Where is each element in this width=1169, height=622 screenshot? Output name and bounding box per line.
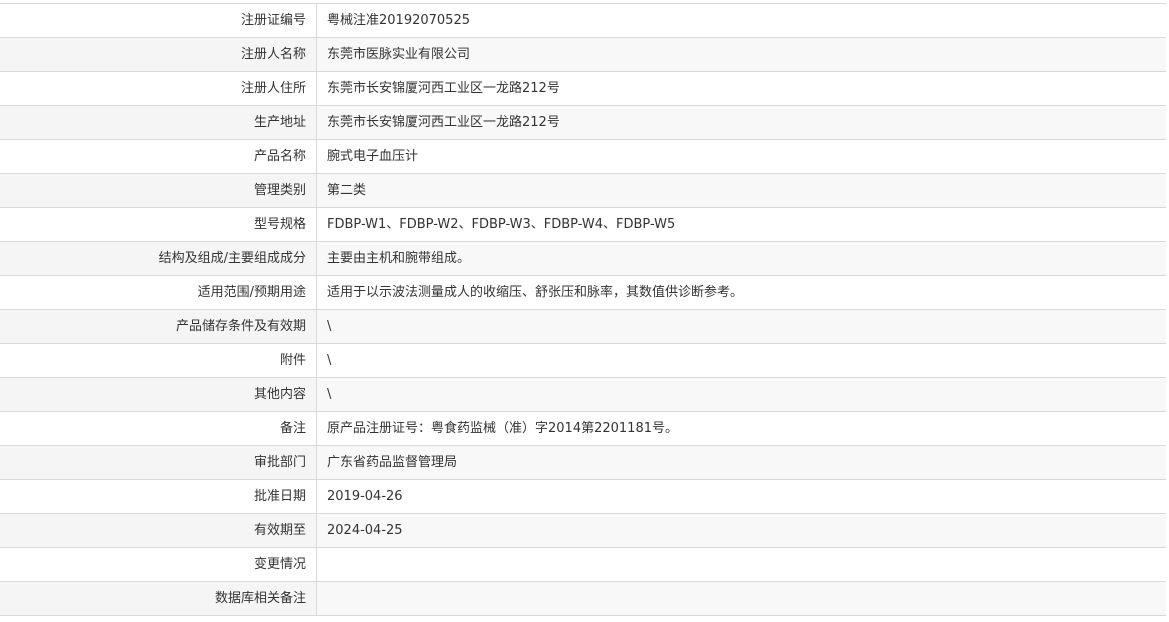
field-label: 结构及组成/主要组成成分 (0, 242, 317, 275)
row-production-address: 生产地址 东莞市长安锦厦河西工业区一龙路212号 (0, 106, 1166, 140)
row-intended-use: 适用范围/预期用途 适用于以示波法测量成人的收缩压、舒张压和脉率，其数值供诊断参… (0, 276, 1166, 310)
row-remarks: 备注 原产品注册证号：粤食药监械（准）字2014第2201181号。 (0, 412, 1166, 446)
field-value: FDBP-W1、FDBP-W2、FDBP-W3、FDBP-W4、FDBP-W5 (317, 208, 1166, 241)
field-label: 适用范围/预期用途 (0, 276, 317, 309)
field-label: 注册人名称 (0, 38, 317, 71)
row-attachments: 附件 \ (0, 344, 1166, 378)
field-value: \ (317, 344, 1166, 377)
field-value (317, 582, 1166, 615)
field-value: 2024-04-25 (317, 514, 1166, 547)
field-value: 东莞市医脉实业有限公司 (317, 38, 1166, 71)
field-value: 东莞市长安锦厦河西工业区一龙路212号 (317, 106, 1166, 139)
row-product-name: 产品名称 腕式电子血压计 (0, 140, 1166, 174)
field-value: 广东省药品监督管理局 (317, 446, 1166, 479)
row-storage-conditions: 产品储存条件及有效期 \ (0, 310, 1166, 344)
field-label: 变更情况 (0, 548, 317, 581)
field-label: 生产地址 (0, 106, 317, 139)
row-registrant-name: 注册人名称 东莞市医脉实业有限公司 (0, 38, 1166, 72)
field-value: 适用于以示波法测量成人的收缩压、舒张压和脉率，其数值供诊断参考。 (317, 276, 1166, 309)
row-structure-composition: 结构及组成/主要组成成分 主要由主机和腕带组成。 (0, 242, 1166, 276)
field-value: \ (317, 378, 1166, 411)
field-value: 第二类 (317, 174, 1166, 207)
row-valid-until: 有效期至 2024-04-25 (0, 514, 1166, 548)
field-value (317, 548, 1166, 581)
row-database-remarks: 数据库相关备注 (0, 582, 1166, 616)
row-approval-date: 批准日期 2019-04-26 (0, 480, 1166, 514)
field-value: 腕式电子血压计 (317, 140, 1166, 173)
field-label: 产品储存条件及有效期 (0, 310, 317, 343)
field-label: 数据库相关备注 (0, 582, 317, 615)
row-management-category: 管理类别 第二类 (0, 174, 1166, 208)
field-label: 有效期至 (0, 514, 317, 547)
registration-detail-table: 注册证编号 粤械注准20192070525 注册人名称 东莞市医脉实业有限公司 … (0, 3, 1166, 616)
field-label: 管理类别 (0, 174, 317, 207)
field-label: 审批部门 (0, 446, 317, 479)
field-label: 批准日期 (0, 480, 317, 513)
row-registration-number: 注册证编号 粤械注准20192070525 (0, 4, 1166, 38)
field-value: \ (317, 310, 1166, 343)
field-value: 主要由主机和腕带组成。 (317, 242, 1166, 275)
row-registrant-address: 注册人住所 东莞市长安锦厦河西工业区一龙路212号 (0, 72, 1166, 106)
field-label: 型号规格 (0, 208, 317, 241)
row-other-content: 其他内容 \ (0, 378, 1166, 412)
field-value: 东莞市长安锦厦河西工业区一龙路212号 (317, 72, 1166, 105)
field-value: 2019-04-26 (317, 480, 1166, 513)
row-change-history: 变更情况 (0, 548, 1166, 582)
field-value: 粤械注准20192070525 (317, 4, 1166, 37)
field-label: 产品名称 (0, 140, 317, 173)
field-value: 原产品注册证号：粤食药监械（准）字2014第2201181号。 (317, 412, 1166, 445)
field-label: 备注 (0, 412, 317, 445)
row-model-specification: 型号规格 FDBP-W1、FDBP-W2、FDBP-W3、FDBP-W4、FDB… (0, 208, 1166, 242)
field-label: 注册证编号 (0, 4, 317, 37)
field-label: 注册人住所 (0, 72, 317, 105)
row-approval-department: 审批部门 广东省药品监督管理局 (0, 446, 1166, 480)
field-label: 其他内容 (0, 378, 317, 411)
field-label: 附件 (0, 344, 317, 377)
